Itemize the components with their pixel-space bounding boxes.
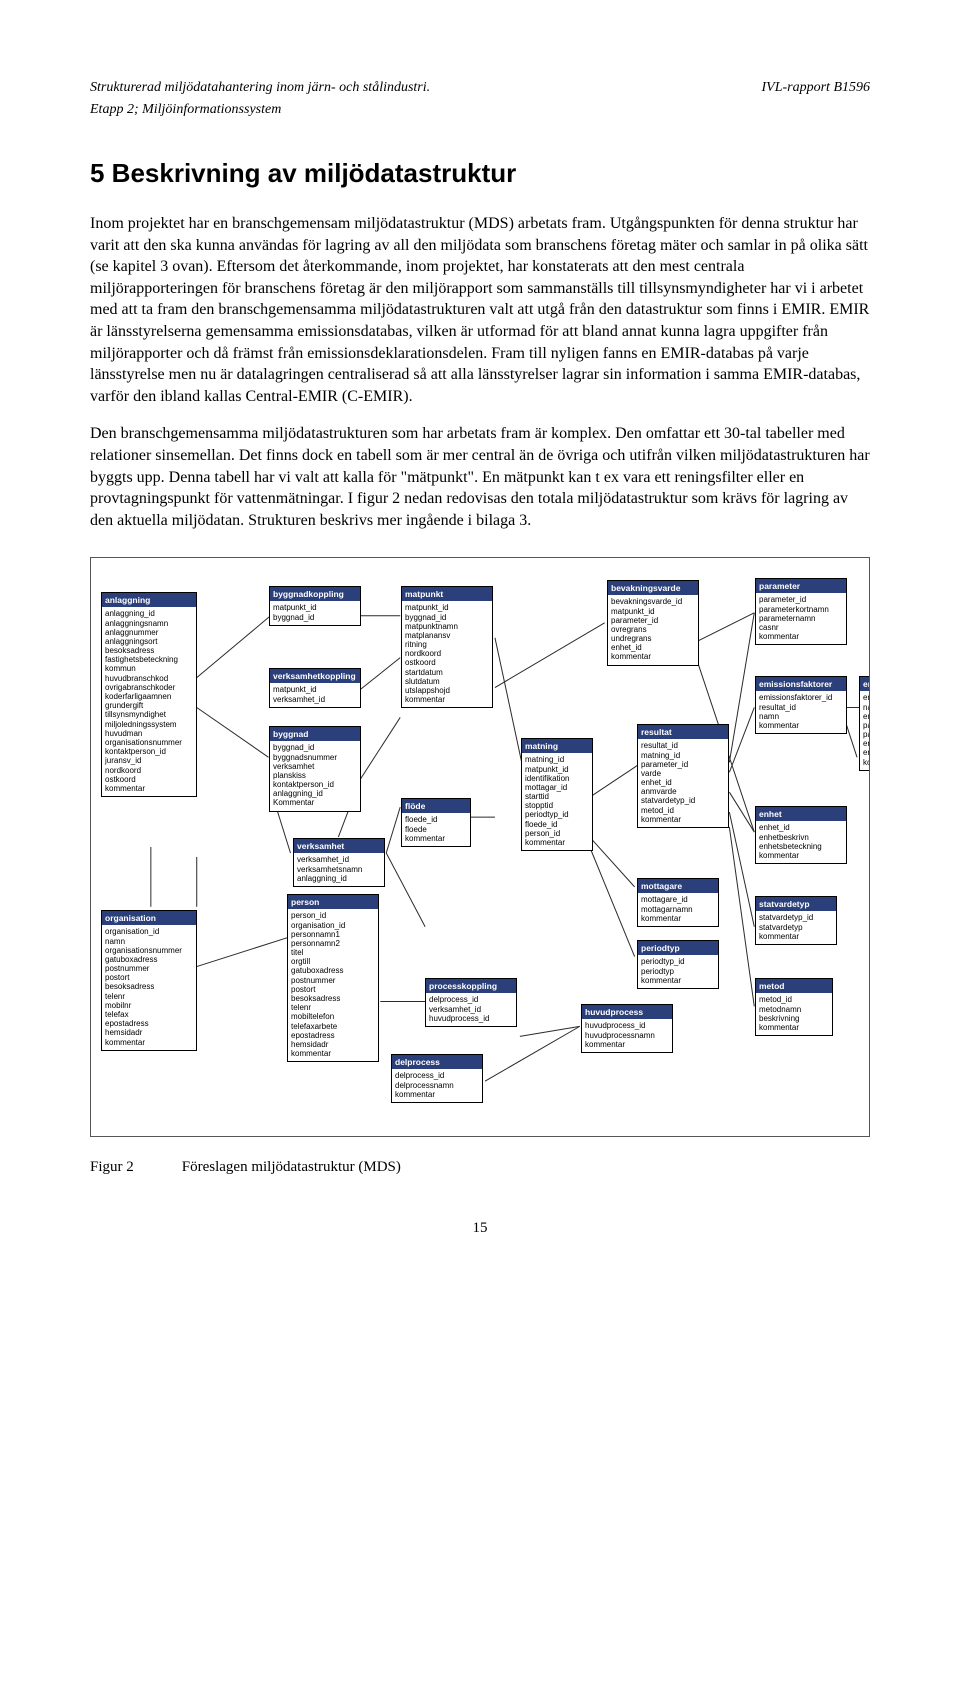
table-organisation: organisation organisation_idnamnorganisa… [101,910,197,1050]
table-anlaggning: anlaggning anlaggning_idanlaggningsnamna… [101,592,197,797]
page-number: 15 [90,1220,870,1237]
header-right: IVL-rapport B1596 [762,80,871,96]
table-resultat: resultat resultat_idmatning_idparameter_… [637,724,729,828]
table-emissionsfaktor: emissionsfaktor emissionsfaktorer_idnamn… [859,676,870,771]
table-verksamhetkoppling: verksamhetkoppling matpunkt_idverksamhet… [269,668,361,707]
table-byggnad: byggnad byggnad_idbyggnadsnummerverksamh… [269,726,361,811]
table-emissionsfaktorer: emissionsfaktorer emissionsfaktorer_idre… [755,676,847,734]
page-header: Strukturerad miljödatahantering inom jär… [90,80,870,96]
table-verksamhet: verksamhet verksamhet_idverksamhetsnamna… [293,838,385,887]
figure-caption: Figur 2 Föreslagen miljödatastruktur (MD… [90,1159,870,1176]
table-matpunkt: matpunkt matpunkt_idbyggnad_idmatpunktna… [401,586,493,708]
table-byggnadkoppling: byggnadkoppling matpunkt_idbyggnad_id [269,586,361,625]
table-huvudprocess: huvudprocess huvudprocess_idhuvudprocess… [581,1004,673,1053]
paragraph-1: Inom projektet har en branschgemensam mi… [90,213,870,407]
table-enhet: enhet enhet_idenhetbeskrivnenhetsbeteckn… [755,806,847,864]
table-periodtyp: periodtyp periodtyp_idperiodtypkommentar [637,940,719,989]
paragraph-2: Den branschgemensamma miljödatastrukture… [90,423,870,531]
figure-label: Figur 2 [90,1159,134,1176]
figure-text: Föreslagen miljödatastruktur (MDS) [182,1159,401,1176]
header-left-line1: Strukturerad miljödatahantering inom jär… [90,80,430,96]
table-processkoppling: processkoppling delprocess_idverksamhet_… [425,978,517,1027]
table-parameter: parameter parameter_idparameterkortnamnp… [755,578,847,645]
table-delprocess: delprocess delprocess_iddelprocessnamnko… [391,1054,483,1103]
table-metod: metod metod_idmetodnamnbeskrivningkommen… [755,978,833,1036]
section-title: 5 Beskrivning av miljödatastruktur [90,158,870,189]
er-diagram: anlaggning anlaggning_idanlaggningsnamna… [90,557,870,1137]
header-left-line2: Etapp 2; Miljöinformationssystem [90,102,870,118]
table-bevakningsvarde: bevakningsvarde bevakningsvarde_idmatpun… [607,580,699,665]
table-person: person person_idorganisation_idpersonnam… [287,894,379,1062]
table-statvardetyp: statvardetyp statvardetyp_idstatvardetyp… [755,896,837,945]
table-mottagare: mottagare mottagare_idmottagarnamnkommen… [637,878,719,927]
table-matning: matning matning_idmatpunkt_ididentifikat… [521,738,593,851]
table-flode: flöde floede_idfloedekommentar [401,798,471,847]
